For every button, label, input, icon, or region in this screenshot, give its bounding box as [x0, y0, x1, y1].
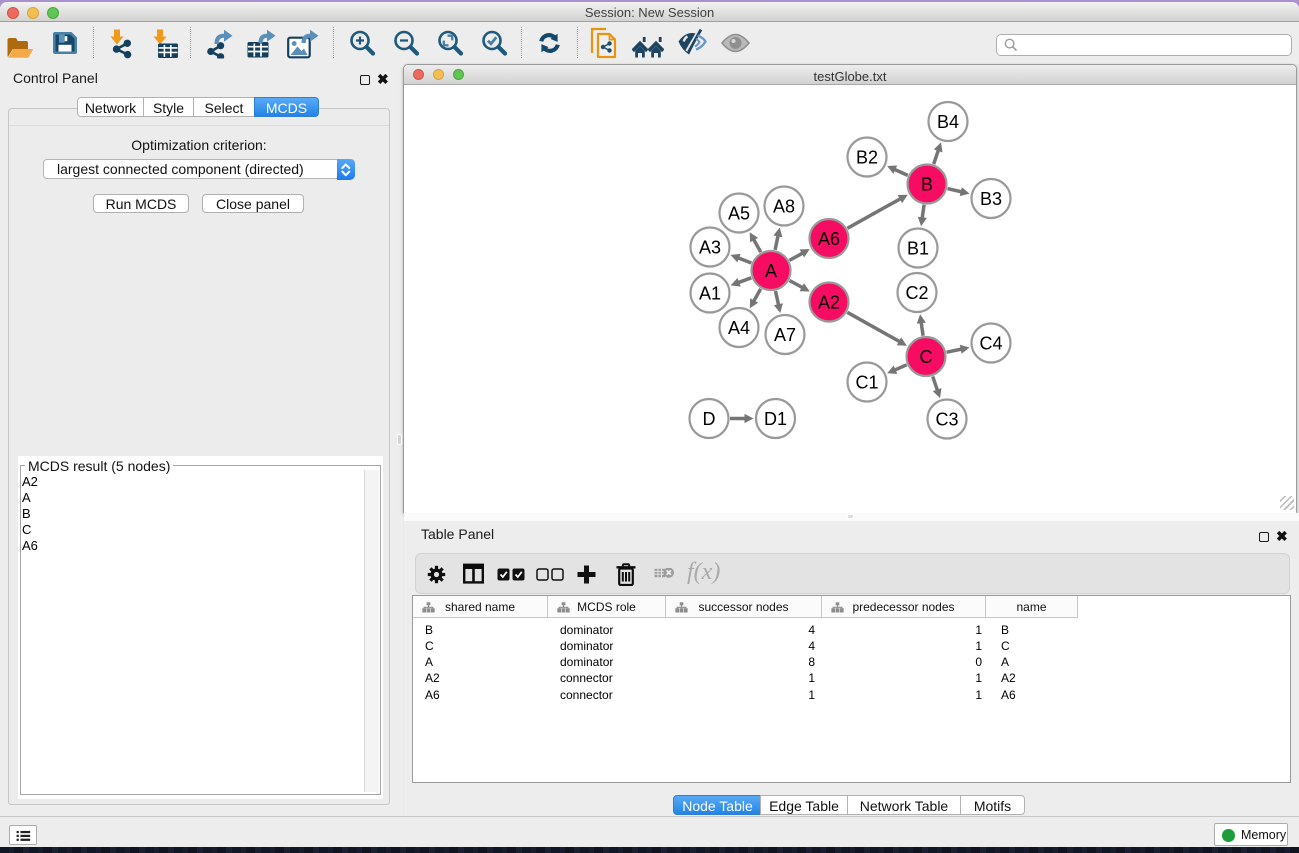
- svg-text:A4: A4: [728, 318, 750, 338]
- svg-text:A2: A2: [818, 293, 840, 313]
- svg-text:A5: A5: [728, 204, 750, 224]
- svg-text:B4: B4: [937, 112, 959, 132]
- svg-text:A1: A1: [699, 284, 721, 304]
- svg-text:C4: C4: [979, 334, 1002, 354]
- svg-text:D1: D1: [764, 409, 787, 429]
- svg-text:B3: B3: [980, 189, 1002, 209]
- svg-text:A: A: [765, 261, 777, 281]
- svg-text:C: C: [920, 347, 933, 367]
- svg-text:D: D: [703, 409, 716, 429]
- svg-text:A8: A8: [773, 197, 795, 217]
- svg-text:A3: A3: [699, 238, 721, 258]
- svg-text:C3: C3: [935, 410, 958, 430]
- svg-text:A6: A6: [818, 229, 840, 249]
- svg-text:B: B: [921, 175, 933, 195]
- svg-text:C1: C1: [855, 373, 878, 393]
- svg-text:B2: B2: [856, 148, 878, 168]
- svg-text:A7: A7: [774, 325, 796, 345]
- svg-text:B1: B1: [907, 239, 929, 259]
- svg-text:C2: C2: [905, 283, 928, 303]
